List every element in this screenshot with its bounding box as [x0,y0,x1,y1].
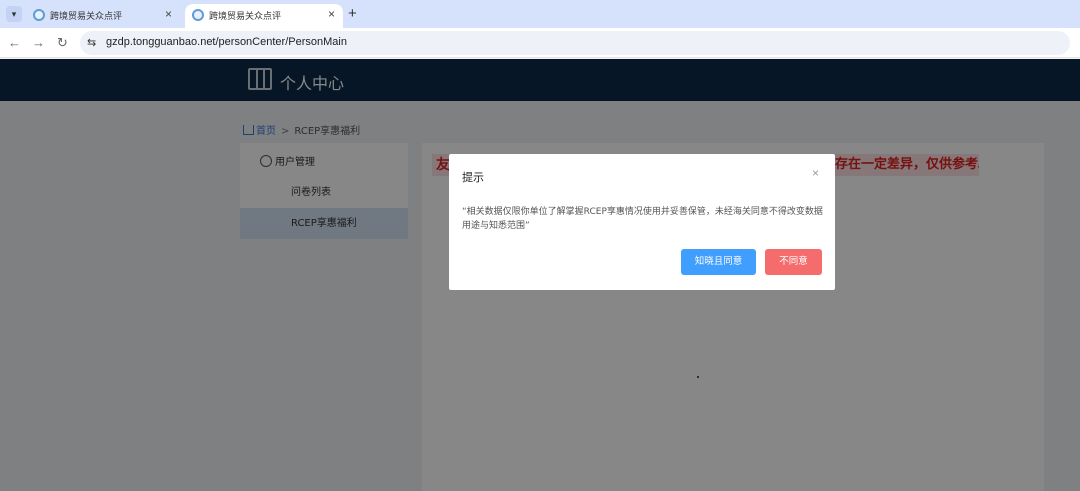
consent-dialog: 提示 × “相关数据仅限你单位了解掌握RCEP享惠情况使用并妥善保管，未经海关同… [449,154,835,290]
tab-title: 跨境贸易关众点评 [209,12,282,22]
browser-toolbar: ← → ↻ ⇆ gzdp.tongguanbao.net/personCente… [0,28,1080,58]
tab-close-icon[interactable]: × [328,7,335,21]
reload-icon[interactable]: ↻ [57,35,68,51]
tab-search-button[interactable]: ▾ [6,6,22,22]
tab-title: 跨境贸易关众点评 [50,12,123,22]
forward-arrow-icon[interactable]: → [32,35,45,50]
close-icon[interactable]: × [812,166,819,180]
globe-icon [192,9,204,21]
dialog-title: 提示 [462,171,484,184]
browser-tab-2[interactable]: 跨境贸易关众点评 × [185,4,343,28]
tab-close-icon[interactable]: × [165,7,172,21]
browser-tab-1[interactable]: 跨境贸易关众点评 × [26,4,180,28]
url-text[interactable]: gzdp.tongguanbao.net/personCenter/Person… [106,36,347,48]
browser-tab-bar: ▾ 跨境贸易关众点评 × 跨境贸易关众点评 × + [0,0,1080,28]
address-bar[interactable]: ⇆ gzdp.tongguanbao.net/personCenter/Pers… [80,31,1070,55]
globe-icon [33,9,45,21]
site-info-icon[interactable]: ⇆ [87,36,96,49]
disagree-button[interactable]: 不同意 [765,249,822,275]
agree-button[interactable]: 知晓且同意 [681,249,756,275]
back-arrow-icon[interactable]: ← [8,35,21,50]
new-tab-button[interactable]: + [348,5,357,22]
dialog-message: “相关数据仅限你单位了解掌握RCEP享惠情况使用并妥善保管，未经海关同意不得改变… [462,207,823,231]
